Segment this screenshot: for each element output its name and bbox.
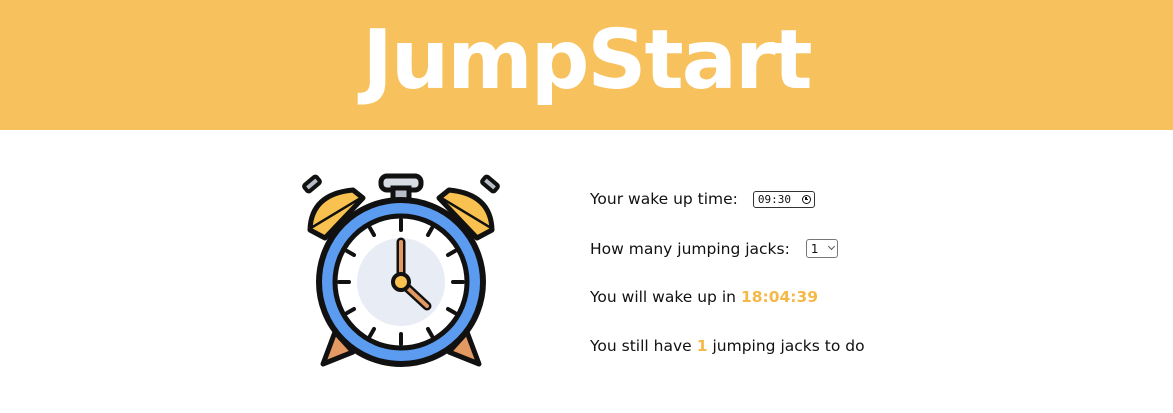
wake-countdown-value: 18:04:39 xyxy=(740,288,819,306)
wake-time-value: 09:30 xyxy=(757,192,792,206)
remaining-jacks-prefix: You still have xyxy=(590,337,692,355)
wake-time-input[interactable]: 09:30 xyxy=(752,190,815,208)
app-header: JumpStart xyxy=(0,0,1173,130)
jumping-jacks-label: How many jumping jacks: xyxy=(590,239,790,258)
clock-icon[interactable] xyxy=(801,194,811,204)
jumping-jacks-selected: 1 xyxy=(810,241,819,256)
remaining-jacks-row: You still have 1 jumping jacks to do xyxy=(590,337,865,355)
wake-time-row: Your wake up time: 09:30 xyxy=(590,190,815,208)
remaining-jacks-suffix: jumping jacks to do xyxy=(712,337,865,355)
chevron-down-icon xyxy=(827,242,835,251)
jumping-jacks-row: How many jumping jacks: 1 xyxy=(590,239,838,258)
jumping-jacks-select[interactable]: 1 xyxy=(805,239,838,258)
remaining-jacks-count: 1 xyxy=(696,337,708,355)
wake-countdown-prefix: You will wake up in xyxy=(590,288,736,306)
app-title: JumpStart xyxy=(362,13,812,108)
wake-countdown-row: You will wake up in 18:04:39 xyxy=(590,288,818,306)
alarm-clock-icon xyxy=(295,172,507,372)
wake-time-label: Your wake up time: xyxy=(590,190,738,208)
